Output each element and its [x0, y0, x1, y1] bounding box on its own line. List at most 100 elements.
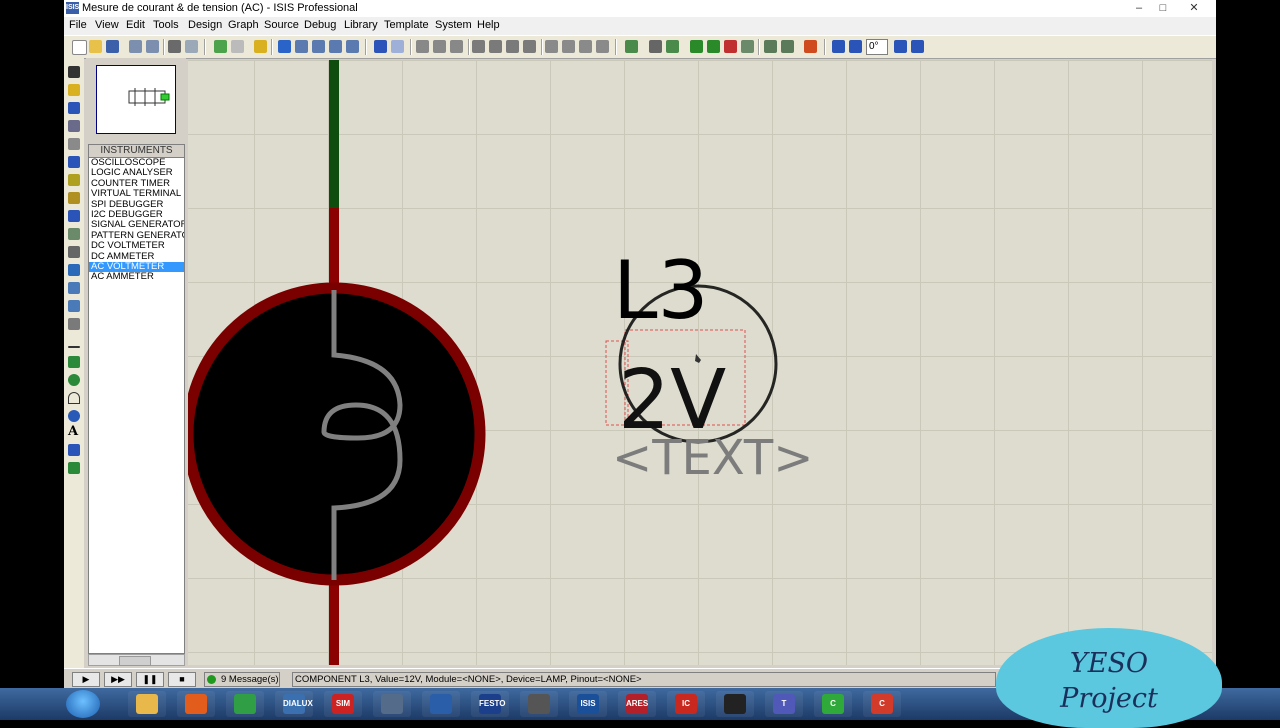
menu-design[interactable]: Design: [188, 19, 222, 31]
new-icon[interactable]: [72, 40, 87, 55]
undo-icon[interactable]: [374, 40, 387, 53]
taskbar-app-teams[interactable]: T: [765, 691, 803, 717]
pause-button[interactable]: ❚❚: [136, 672, 164, 687]
decompose-icon[interactable]: [596, 40, 609, 53]
pick-device-icon[interactable]: [545, 40, 558, 53]
print-icon[interactable]: [168, 40, 181, 53]
box-icon[interactable]: [68, 356, 80, 368]
block-delete-icon[interactable]: [523, 40, 536, 53]
property-icon[interactable]: [666, 40, 679, 53]
mirror-x-icon[interactable]: [894, 40, 907, 53]
open-icon[interactable]: [89, 40, 102, 53]
search-icon[interactable]: [649, 40, 662, 53]
rotate-ccw-icon[interactable]: [849, 40, 862, 53]
bus-icon[interactable]: [68, 156, 80, 168]
overview-window[interactable]: [96, 65, 176, 134]
origin-icon[interactable]: [254, 40, 267, 53]
tape-icon[interactable]: [68, 246, 80, 258]
text-script-icon[interactable]: [68, 138, 80, 150]
export-icon[interactable]: [146, 40, 159, 53]
taskbar-app-pen[interactable]: [716, 691, 754, 717]
make-device-icon[interactable]: [562, 40, 575, 53]
menu-debug[interactable]: Debug: [304, 19, 336, 31]
junction-icon[interactable]: [68, 102, 80, 114]
pin-icon[interactable]: [68, 210, 80, 222]
redo-icon[interactable]: [391, 40, 404, 53]
taskbar-app-ares[interactable]: ARES: [618, 691, 656, 717]
menu-system[interactable]: System: [435, 19, 472, 31]
schematic-canvas[interactable]: L3 2V <TEXT>: [188, 60, 1212, 665]
circle-icon[interactable]: [68, 374, 80, 386]
goto-sheet-icon[interactable]: [741, 40, 754, 53]
cut-icon[interactable]: [416, 40, 429, 53]
text-icon[interactable]: A: [68, 425, 80, 438]
marker-icon[interactable]: [68, 462, 80, 474]
bom-icon[interactable]: [764, 40, 777, 53]
component-icon[interactable]: [68, 84, 80, 96]
new-sheet-icon[interactable]: [707, 40, 720, 53]
component-ref-label[interactable]: L3: [613, 244, 708, 337]
taskbar-app-chrome[interactable]: [226, 691, 264, 717]
design-explorer-icon[interactable]: [690, 40, 703, 53]
taskbar-app-wire[interactable]: [520, 691, 558, 717]
menu-library[interactable]: Library: [344, 19, 378, 31]
menu-help[interactable]: Help: [477, 19, 500, 31]
selection-icon[interactable]: [68, 66, 80, 78]
probe-current-icon[interactable]: [68, 300, 80, 312]
line-icon[interactable]: [68, 346, 80, 348]
zoom-all-icon[interactable]: [329, 40, 342, 53]
menu-edit[interactable]: Edit: [126, 19, 145, 31]
pan-icon[interactable]: [278, 40, 291, 53]
wire-segment-red-bottom[interactable]: [329, 580, 339, 665]
minimize-button[interactable]: –: [1128, 1, 1150, 15]
taskbar-app-isis[interactable]: ISIS: [569, 691, 607, 717]
paste-icon[interactable]: [450, 40, 463, 53]
menu-tools[interactable]: Tools: [153, 19, 179, 31]
zoom-area-icon[interactable]: [346, 40, 359, 53]
probe-voltage-icon[interactable]: [68, 282, 80, 294]
close-button[interactable]: ✕: [1176, 1, 1212, 15]
rotation-angle-field[interactable]: 0°: [866, 39, 888, 55]
grid-icon[interactable]: [231, 40, 244, 53]
subcircuit-icon[interactable]: [68, 174, 80, 186]
list-item[interactable]: VIRTUAL TERMINAL: [89, 188, 184, 199]
arc-icon[interactable]: [68, 392, 80, 404]
instrument-icon[interactable]: [68, 318, 80, 330]
maximize-button[interactable]: □: [1152, 1, 1174, 15]
scroll-thumb[interactable]: [119, 656, 151, 666]
messages-indicator[interactable]: 9 Message(s): [204, 672, 280, 687]
menu-graph[interactable]: Graph: [228, 19, 259, 31]
component-text-placeholder[interactable]: <TEXT>: [612, 430, 813, 486]
save-icon[interactable]: [106, 40, 119, 53]
packaging-icon[interactable]: [579, 40, 592, 53]
wire-autoroute-icon[interactable]: [625, 40, 638, 53]
stop-button[interactable]: ■: [168, 672, 196, 687]
taskbar-app-camtasia-green[interactable]: C: [814, 691, 852, 717]
generator-icon[interactable]: [68, 264, 80, 276]
step-button[interactable]: ▶▶: [104, 672, 132, 687]
list-item[interactable]: DC VOLTMETER: [89, 240, 184, 251]
start-button[interactable]: [66, 690, 100, 718]
netlist-icon[interactable]: [804, 40, 817, 53]
wire-segment-green[interactable]: [329, 60, 339, 208]
taskbar-app-isis-sim[interactable]: DIALUX: [275, 691, 313, 717]
mirror-y-icon[interactable]: [911, 40, 924, 53]
symbol-icon[interactable]: [68, 444, 80, 456]
zoom-out-icon[interactable]: [312, 40, 325, 53]
menu-source[interactable]: Source: [264, 19, 299, 31]
taskbar-app-firefox[interactable]: [177, 691, 215, 717]
taskbar-app-plc[interactable]: [422, 691, 460, 717]
menu-template[interactable]: Template: [384, 19, 429, 31]
delete-sheet-icon[interactable]: [724, 40, 737, 53]
menu-file[interactable]: File: [69, 19, 87, 31]
horizontal-scrollbar[interactable]: [88, 654, 185, 666]
play-button[interactable]: ▶: [72, 672, 100, 687]
list-item[interactable]: AC AMMETER: [89, 271, 184, 282]
label-icon[interactable]: [68, 120, 80, 132]
taskbar-app-camtasia-red[interactable]: C: [863, 691, 901, 717]
taskbar-app-sim-pro[interactable]: SIM: [324, 691, 362, 717]
taskbar-app-ic[interactable]: IC: [667, 691, 705, 717]
taskbar-app-festo[interactable]: FESTO: [471, 691, 509, 717]
path-icon[interactable]: [68, 410, 80, 422]
import-icon[interactable]: [129, 40, 142, 53]
